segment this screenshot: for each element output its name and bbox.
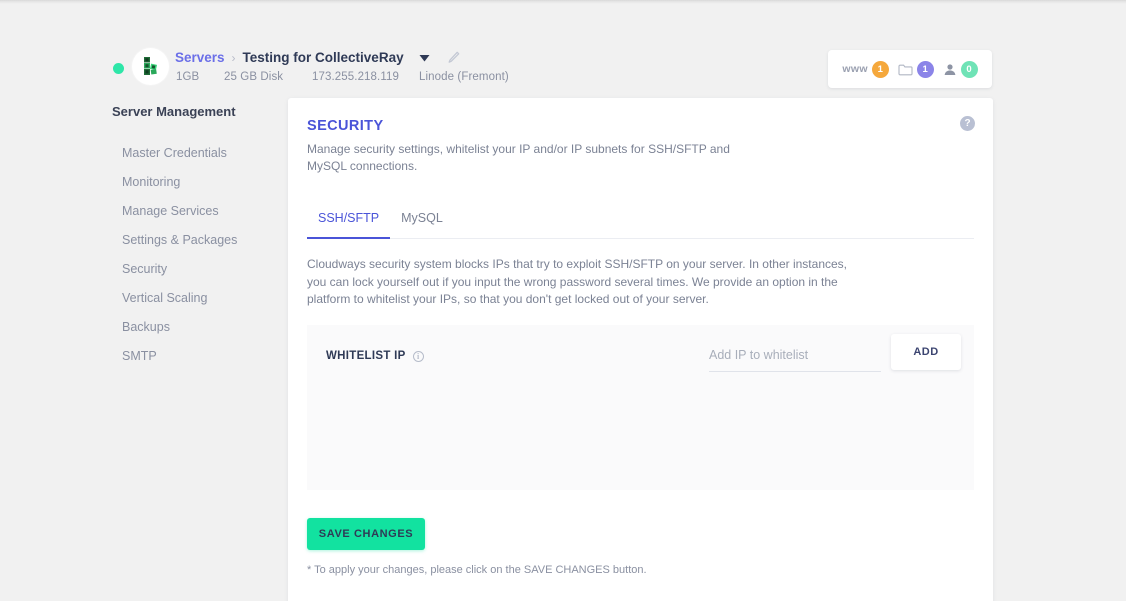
whitelist-ip-panel: WHITELIST IP i ADD xyxy=(307,325,974,490)
pencil-icon[interactable] xyxy=(447,51,461,65)
badge-team-count: 0 xyxy=(960,60,978,78)
sidebar-item-settings-packages[interactable]: Settings & Packages xyxy=(112,226,282,255)
chevron-down-icon[interactable] xyxy=(418,51,431,64)
server-specs: 1GB 25 GB Disk 173.255.218.119 Linode (F… xyxy=(176,71,509,83)
whitelist-ip-input[interactable] xyxy=(709,342,881,372)
page-title: SECURITY xyxy=(307,118,384,134)
server-header-bar: Servers › Testing for CollectiveRay 1GB … xyxy=(0,22,1126,88)
security-description: Cloudways security system blocks IPs tha… xyxy=(307,257,847,306)
sidebar-item-manage-services[interactable]: Manage Services xyxy=(112,197,282,226)
sidebar-item-backups[interactable]: Backups xyxy=(112,313,282,342)
server-status-dot xyxy=(113,63,124,74)
sidebar-item-master-credentials[interactable]: Master Credentials xyxy=(112,139,282,168)
linode-logo-icon xyxy=(144,57,158,75)
resource-badges-card: www 1 1 0 xyxy=(828,50,992,88)
breadcrumb-separator: › xyxy=(231,50,236,65)
window-top-edge xyxy=(0,0,1126,4)
badge-www-count: 1 xyxy=(871,60,889,78)
sidebar-item-smtp[interactable]: SMTP xyxy=(112,342,282,371)
badge-folders-count: 1 xyxy=(916,60,934,78)
tab-ssh-sftp[interactable]: SSH/SFTP xyxy=(307,206,391,239)
add-ip-button[interactable]: ADD xyxy=(891,334,961,370)
save-changes-button[interactable]: SAVE CHANGES xyxy=(307,518,425,550)
badge-team-members[interactable]: 0 xyxy=(943,60,978,78)
spec-ip: 173.255.218.119 xyxy=(312,71,399,83)
sidebar-item-vertical-scaling[interactable]: Vertical Scaling xyxy=(112,284,282,313)
folder-icon xyxy=(898,63,913,76)
security-panel: SECURITY Manage security settings, white… xyxy=(288,98,993,601)
save-changes-note: * To apply your changes, please click on… xyxy=(307,564,647,576)
user-icon xyxy=(943,63,957,76)
tab-mysql[interactable]: MySQL xyxy=(390,206,454,238)
spec-disk: 25 GB Disk xyxy=(224,71,284,83)
help-icon[interactable]: ? xyxy=(960,116,975,131)
badge-www-label: www xyxy=(842,63,868,75)
breadcrumb: Servers › Testing for CollectiveRay xyxy=(175,50,461,65)
security-tabs: SSH/SFTP MySQL xyxy=(307,206,974,239)
server-avatar xyxy=(132,48,169,85)
breadcrumb-current-server: Testing for CollectiveRay xyxy=(242,50,404,65)
badge-applications[interactable]: www 1 xyxy=(842,60,889,78)
spec-provider: Linode (Fremont) xyxy=(419,71,509,83)
server-management-sidebar: Server Management Master Credentials Mon… xyxy=(112,104,282,371)
whitelist-ip-label-group: WHITELIST IP i xyxy=(326,350,424,362)
spec-ram: 1GB xyxy=(176,71,200,83)
page-subtitle: Manage security settings, whitelist your… xyxy=(307,142,730,173)
info-icon[interactable]: i xyxy=(412,350,424,362)
sidebar-item-security[interactable]: Security xyxy=(112,255,282,284)
whitelist-ip-label: WHITELIST IP xyxy=(326,350,406,362)
sidebar-item-monitoring[interactable]: Monitoring xyxy=(112,168,282,197)
badge-folders[interactable]: 1 xyxy=(898,60,934,78)
breadcrumb-servers-link[interactable]: Servers xyxy=(175,50,225,65)
sidebar-title: Server Management xyxy=(112,104,236,119)
